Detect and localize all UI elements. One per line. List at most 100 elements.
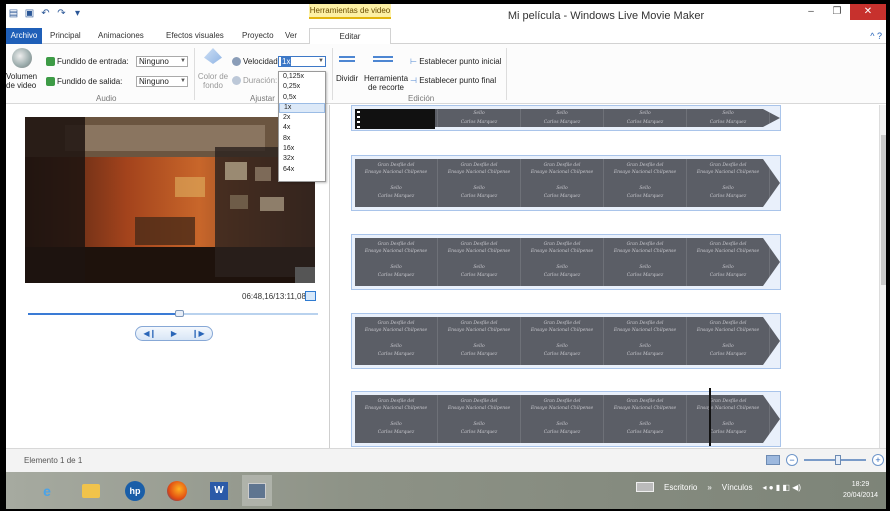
clip-caption: Sello	[473, 111, 485, 116]
speed-option[interactable]: 4x	[279, 123, 325, 133]
clip-frame: Gran Desfile del Ensayo Nacional Chilpens…	[438, 238, 521, 286]
hp-icon[interactable]: hp	[120, 475, 150, 506]
clip-caption: Gran Desfile del	[543, 242, 581, 247]
clip-caption: Sello	[639, 265, 651, 270]
app-menu-icon[interactable]: ▤	[8, 8, 19, 19]
speed-option[interactable]: 16x	[279, 144, 325, 154]
minimize-button[interactable]: –	[798, 4, 824, 20]
tab-principal[interactable]: Principal	[50, 28, 81, 44]
internet-explorer-icon[interactable]: e	[32, 475, 62, 506]
clip-caption: Gran Desfile del	[377, 321, 415, 326]
clip-caption: Gran Desfile del	[543, 321, 581, 326]
speed-option[interactable]: 2x	[279, 113, 325, 123]
chevron-down-icon: ▼	[318, 58, 324, 64]
split-button[interactable]: Dividir	[336, 74, 358, 83]
speed-option[interactable]: 8x	[279, 134, 325, 144]
volume-label[interactable]: Volumen de video	[6, 72, 40, 90]
clip-caption: Ensayo Nacional Chilpense	[696, 249, 760, 254]
seek-thumb[interactable]	[174, 310, 184, 317]
tab-editar[interactable]: Editar	[309, 28, 391, 44]
clip-caption: Carlos Marquez	[460, 194, 498, 199]
movie-maker-taskbar-icon[interactable]	[242, 475, 272, 506]
clip-caption: Carlos Marquez	[460, 273, 498, 278]
clip-frame: Gran Desfile del Ensayo Nacional Chilpens…	[355, 395, 438, 443]
speed-option[interactable]: 0,125x	[279, 72, 325, 82]
firefox-icon[interactable]	[162, 475, 192, 506]
background-color-button[interactable]: Color de fondo	[196, 72, 230, 90]
zoom-out-button[interactable]: −	[786, 454, 798, 466]
zoom-slider[interactable]	[804, 455, 866, 465]
thumbnail-size-icon[interactable]	[766, 455, 780, 465]
clip-caption: Gran Desfile del	[460, 399, 498, 404]
clip-caption: Carlos Marquez	[626, 352, 664, 357]
play-icon[interactable]: ▶	[171, 329, 177, 338]
tab-archivo[interactable]: Archivo	[6, 28, 42, 44]
window-title: Mi película - Windows Live Movie Maker	[507, 10, 705, 22]
clip-caption: Carlos Marquez	[543, 273, 581, 278]
clip-filmstrip[interactable]: Gran Desfile del Ensayo Nacional Chilpens…	[355, 395, 780, 443]
volume-icon[interactable]	[12, 48, 32, 68]
speed-option[interactable]: 1x	[279, 102, 325, 114]
speed-option[interactable]: 0,5x	[279, 93, 325, 103]
fade-out-dropdown[interactable]: Ninguno ▼	[136, 76, 188, 87]
clock[interactable]: 18:29 20/04/2014	[843, 479, 878, 501]
overflow-icon[interactable]: »	[707, 483, 711, 492]
tab-animaciones[interactable]: Animaciones	[98, 28, 144, 44]
fullscreen-icon[interactable]	[305, 291, 316, 301]
previous-frame-icon[interactable]: ◀❙	[143, 329, 156, 338]
selected-clip-frame[interactable]	[355, 109, 435, 129]
clip-caption: Sello	[556, 265, 568, 270]
save-icon[interactable]: ▣	[24, 8, 35, 19]
storyboard-scrollbar[interactable]	[879, 105, 886, 448]
links-toolbar[interactable]: Vínculos	[722, 483, 753, 492]
group-divider	[506, 48, 507, 100]
undo-icon[interactable]: ↶	[40, 8, 51, 19]
clip-caption: Gran Desfile del	[543, 399, 581, 404]
storyboard-clip-row[interactable]: Gran Desfile del Ensayo Nacional Chilpens…	[351, 155, 781, 211]
clip-filmstrip[interactable]: Gran Desfile del Ensayo Nacional Chilpens…	[355, 317, 780, 365]
clip-frame: Gran Desfile del Ensayo Nacional Chilpens…	[438, 317, 521, 365]
help-icon[interactable]: ^ ?	[870, 31, 882, 41]
clip-caption: Sello	[556, 186, 568, 191]
fade-in-dropdown[interactable]: Ninguno ▼	[136, 56, 188, 67]
seek-bar[interactable]	[28, 310, 318, 317]
set-end-point-button[interactable]: ⊣ Establecer punto final	[410, 76, 496, 85]
storyboard-clip-row[interactable]: Sello Carlos Marquez Sello Carlos Marquez Se…	[351, 105, 781, 131]
storyboard-clip-row[interactable]: Gran Desfile del Ensayo Nacional Chilpens…	[351, 234, 781, 290]
scrollbar-thumb[interactable]	[881, 135, 886, 285]
set-start-point-button[interactable]: ⊢ Establecer punto inicial	[410, 57, 501, 66]
contextual-tab-header: Herramientas de video	[309, 4, 391, 19]
keyboard-icon[interactable]	[636, 482, 654, 492]
tab-proyecto[interactable]: Proyecto	[242, 28, 274, 44]
file-explorer-icon[interactable]	[76, 475, 106, 506]
speed-option[interactable]: 0,25x	[279, 82, 325, 92]
trim-tool-button[interactable]: Herramienta de recorte	[364, 74, 408, 92]
speed-option[interactable]: 32x	[279, 154, 325, 164]
storyboard-clip-row[interactable]: Gran Desfile del Ensayo Nacional Chilpens…	[351, 313, 781, 369]
clip-filmstrip[interactable]: Gran Desfile del Ensayo Nacional Chilpens…	[355, 238, 780, 286]
tab-ver[interactable]: Ver	[285, 28, 297, 44]
clip-caption: Gran Desfile del	[626, 242, 664, 247]
seek-progress	[28, 313, 179, 315]
maximize-button[interactable]: ❐	[824, 4, 850, 20]
word-icon[interactable]: W	[204, 475, 234, 506]
tray-icons[interactable]: ◂ ● ▮ ◧ ◀)	[762, 483, 801, 492]
clip-filmstrip[interactable]: Gran Desfile del Ensayo Nacional Chilpens…	[355, 159, 780, 207]
clip-caption: Sello	[473, 265, 485, 270]
next-frame-icon[interactable]: ❙▶	[192, 329, 205, 338]
clip-caption: Gran Desfile del	[626, 321, 664, 326]
tab-efectos-visuales[interactable]: Efectos visuales	[166, 28, 224, 44]
zoom-slider-thumb[interactable]	[835, 455, 842, 465]
clip-caption: Ensayo Nacional Chilpense	[613, 170, 677, 175]
storyboard-clip-row[interactable]: Gran Desfile del Ensayo Nacional Chilpens…	[351, 391, 781, 447]
customize-qat-icon[interactable]: ▾	[72, 8, 83, 19]
zoom-in-button[interactable]: +	[872, 454, 884, 466]
speed-option[interactable]: 64x	[279, 165, 325, 175]
close-button[interactable]: ✕	[850, 4, 886, 20]
speed-dropdown[interactable]: 1x ▼	[278, 56, 326, 67]
redo-icon[interactable]: ↷	[56, 8, 67, 19]
timecode-display: 06:48,16/13:11,08	[242, 292, 306, 301]
desktop-toolbar[interactable]: Escritorio	[664, 483, 697, 492]
clip-caption: Carlos Marquez	[377, 430, 415, 435]
playhead[interactable]	[709, 388, 711, 446]
